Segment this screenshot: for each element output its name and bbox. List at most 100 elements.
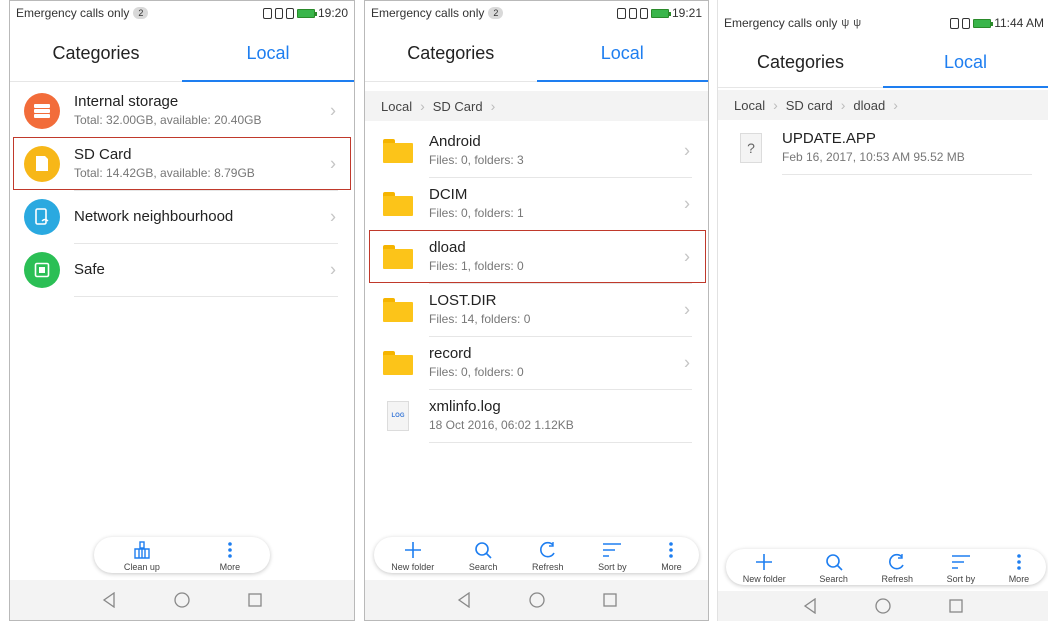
chevron-right-icon: ›: [840, 97, 846, 113]
tab-local[interactable]: Local: [883, 38, 1048, 88]
sort-icon: [951, 551, 971, 573]
list-item-file-update-app[interactable]: ? UPDATE.APP Feb 16, 2017, 10:53 AM 95.52…: [718, 121, 1048, 175]
tab-bar: Categories Local: [10, 25, 354, 82]
more-vertical-icon: [668, 539, 674, 561]
sort-by-button[interactable]: Sort by: [598, 539, 627, 572]
carrier-text: Emergency calls only: [16, 6, 130, 20]
refresh-button[interactable]: Refresh: [532, 539, 564, 572]
list-item-safe[interactable]: Safe ›: [10, 243, 354, 297]
chevron-right-icon: ›: [684, 299, 690, 319]
chevron-right-icon: ›: [684, 193, 690, 213]
back-icon[interactable]: [457, 592, 471, 608]
system-nav-bar: [10, 580, 354, 620]
row-title: Internal storage: [74, 93, 179, 110]
new-folder-button[interactable]: New folder: [391, 539, 434, 572]
file-list: Android Files: 0, folders: 3 › DCIM Files:…: [365, 124, 708, 443]
safe-icon: [24, 251, 60, 288]
back-icon[interactable]: [803, 598, 817, 614]
recents-icon[interactable]: [248, 593, 262, 607]
list-item-folder-dload[interactable]: dload Files: 1, folders: 0 ›: [369, 230, 706, 284]
sort-by-button[interactable]: Sort by: [947, 551, 975, 584]
vibrate-icon: [628, 7, 637, 19]
tab-bar: Categories Local: [718, 38, 1048, 88]
folder-icon: [383, 138, 413, 163]
breadcrumb-local[interactable]: Local: [381, 99, 412, 114]
search-button[interactable]: Search: [469, 539, 497, 572]
more-button[interactable]: More: [1009, 551, 1029, 584]
log-file-icon: LOG: [387, 400, 409, 431]
row-subtitle: Total: 14.42GB, available: 8.79GB: [74, 166, 255, 180]
broom-icon: [133, 539, 151, 561]
row-title: LOST.DIR: [429, 292, 497, 309]
tab-categories[interactable]: Categories: [365, 25, 537, 81]
bottom-toolbar: Clean up More: [94, 537, 270, 573]
clean-up-button[interactable]: Clean up: [124, 539, 160, 572]
home-icon[interactable]: [174, 592, 190, 608]
row-title: record: [429, 345, 472, 362]
toolbar-label: Sort by: [598, 561, 627, 572]
tab-local[interactable]: Local: [182, 25, 354, 82]
breadcrumb-sd-card[interactable]: SD Card: [433, 99, 483, 114]
clock: 19:20: [317, 6, 348, 20]
list-item-file-xmlinfo[interactable]: LOG xmlinfo.log 18 Oct 2016, 06:02 1.12KB: [365, 389, 708, 443]
sim-icon: [639, 7, 648, 19]
list-item-folder-dcim[interactable]: DCIM Files: 0, folders: 1 ›: [365, 177, 708, 231]
chevron-right-icon: ›: [330, 206, 336, 226]
status-bar: Emergency calls only 2 19:20: [10, 1, 354, 25]
usb-debug-icon: ψ: [853, 17, 862, 29]
system-nav-bar: [365, 580, 708, 620]
toolbar-label: New folder: [742, 573, 786, 584]
status-bar: Emergency calls only 2 19:21: [365, 1, 708, 25]
folder-icon: [383, 297, 413, 322]
list-item-folder-record[interactable]: record Files: 0, folders: 0 ›: [365, 336, 708, 390]
toolbar-label: More: [219, 561, 241, 572]
tab-local[interactable]: Local: [536, 25, 709, 82]
toolbar-label: Refresh: [532, 561, 564, 572]
battery-icon: [973, 18, 994, 28]
row-subtitle: Files: 0, folders: 0: [429, 365, 524, 379]
more-button[interactable]: More: [219, 539, 241, 572]
refresh-icon: [888, 551, 906, 573]
toolbar-label: Search: [819, 573, 848, 584]
row-subtitle: Files: 0, folders: 3: [429, 153, 524, 167]
search-button[interactable]: Search: [819, 551, 848, 584]
notification-badge: 2: [133, 7, 149, 19]
sim-icon: [962, 17, 971, 29]
toolbar-label: Clean up: [123, 561, 160, 572]
unknown-file-icon: ?: [740, 132, 762, 163]
home-icon[interactable]: [528, 592, 545, 608]
storage-icon: [24, 92, 60, 129]
row-subtitle: Files: 1, folders: 0: [429, 259, 524, 273]
breadcrumb-local[interactable]: Local: [734, 98, 765, 113]
recents-icon[interactable]: [602, 593, 617, 607]
list-item-folder-lost-dir[interactable]: LOST.DIR Files: 14, folders: 0 ›: [365, 283, 708, 337]
list-item-sd-card[interactable]: SD Card Total: 14.42GB, available: 8.79G…: [13, 137, 351, 191]
network-icon: [24, 198, 60, 235]
recents-icon[interactable]: [949, 599, 963, 613]
home-icon[interactable]: [875, 598, 891, 614]
bottom-toolbar: New folder Search Refresh Sort by More: [374, 537, 699, 573]
plus-icon: [755, 551, 773, 573]
list-item-internal-storage[interactable]: Internal storage Total: 32.00GB, availab…: [10, 84, 354, 138]
list-item-network-neighbourhood[interactable]: Network neighbourhood ›: [10, 190, 354, 244]
back-icon[interactable]: [102, 592, 116, 608]
breadcrumb-dload[interactable]: dload: [853, 98, 885, 113]
notification-badge: 2: [488, 7, 504, 19]
more-vertical-icon: [227, 539, 233, 561]
row-title: dload: [429, 239, 466, 256]
more-button[interactable]: More: [661, 539, 682, 572]
tab-categories[interactable]: Categories: [10, 25, 182, 81]
refresh-button[interactable]: Refresh: [882, 551, 913, 584]
battery-icon: [650, 8, 671, 18]
row-title: Network neighbourhood: [74, 207, 234, 225]
plus-icon: [404, 539, 422, 561]
list-item-folder-android[interactable]: Android Files: 0, folders: 3 ›: [365, 124, 708, 178]
toolbar-label: More: [661, 561, 682, 572]
tab-categories[interactable]: Categories: [718, 38, 883, 87]
search-icon: [474, 539, 492, 561]
row-subtitle: Files: 0, folders: 1: [429, 206, 524, 220]
new-folder-button[interactable]: New folder: [743, 551, 786, 584]
breadcrumb-sd-card[interactable]: SD card: [786, 98, 833, 113]
phone-screen-dload: Emergency calls only ψ ψ 11:44 AM Catego…: [717, 0, 1048, 621]
toolbar-label: New folder: [391, 561, 435, 572]
